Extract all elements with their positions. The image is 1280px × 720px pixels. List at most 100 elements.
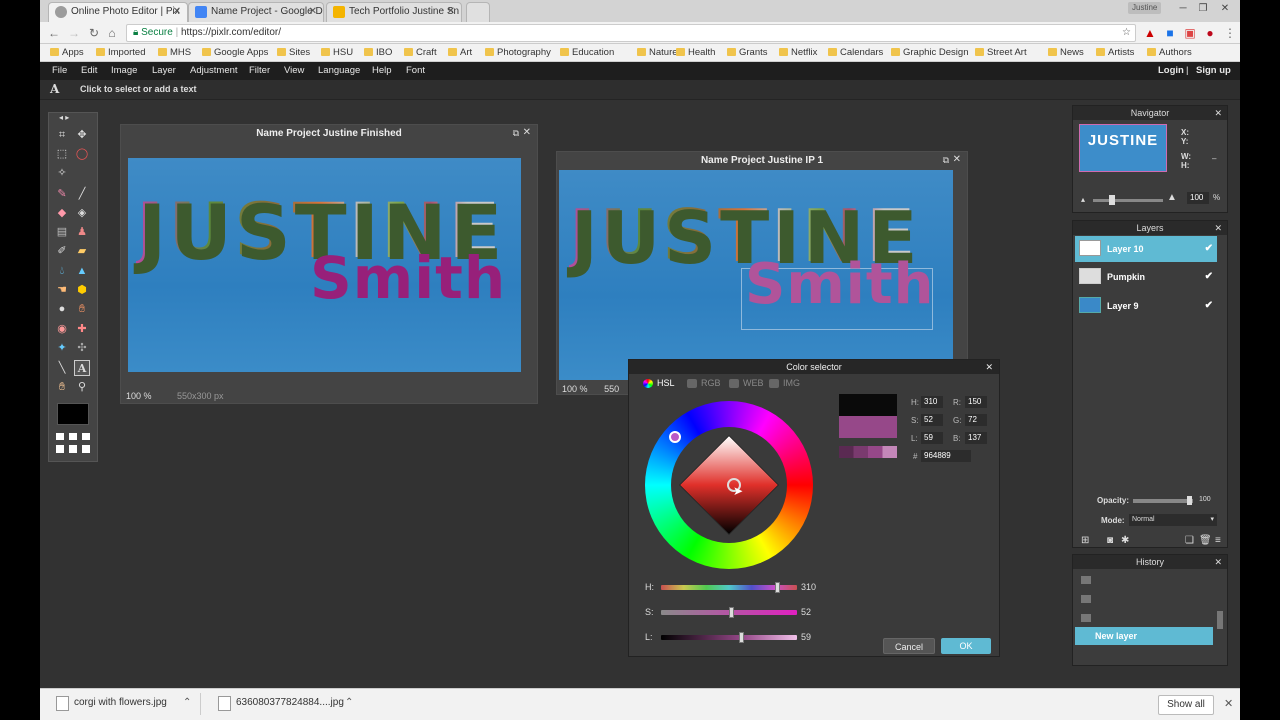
bookmark-artists[interactable]: Artists <box>1096 46 1134 60</box>
bookmark-hsu[interactable]: HSU <box>321 46 353 60</box>
close-tab-icon[interactable]: ✕ <box>309 3 317 21</box>
colorreplace-icon[interactable]: ✐ <box>54 243 70 259</box>
bookmark-apps[interactable]: Apps <box>50 46 84 60</box>
bookmark-nature[interactable]: Nature <box>637 46 678 60</box>
zoom-in-icon[interactable]: ▲ <box>1167 192 1177 203</box>
b-field[interactable]: 137 <box>965 432 987 444</box>
chevron-up-icon[interactable]: ⌃ <box>183 697 191 708</box>
canvas-finished[interactable]: JUSTINE Smith <box>128 158 521 372</box>
back-icon[interactable]: ← <box>46 25 62 41</box>
pencil-icon[interactable]: ✎ <box>54 186 70 202</box>
bookmark-graphic-design[interactable]: Graphic Design <box>891 46 968 60</box>
login-link[interactable]: Login <box>1158 65 1184 76</box>
hue-marker[interactable] <box>669 431 681 443</box>
menu-file[interactable]: File <box>52 65 67 76</box>
bookmark-art[interactable]: Art <box>448 46 472 60</box>
burn-icon[interactable]: ✋︎ <box>74 301 90 317</box>
new-layer-icon[interactable]: ❏ <box>1185 535 1194 546</box>
blur-icon[interactable]: 💧︎ <box>54 263 70 279</box>
menu-view[interactable]: View <box>284 65 304 76</box>
bookmark-ibo[interactable]: IBO <box>364 46 392 60</box>
zoom-slider[interactable] <box>1093 195 1163 205</box>
bookmark-photography[interactable]: Photography <box>485 46 551 60</box>
collapse-arrows-icon[interactable]: ◂ ▸ <box>59 113 69 122</box>
restore-icon[interactable]: ⧉ <box>943 155 949 166</box>
bookmark-street-art[interactable]: Street Art <box>975 46 1027 60</box>
layer-row[interactable]: Layer 9 ✔ <box>1075 293 1217 319</box>
hand-icon[interactable]: ✋︎ <box>54 379 70 395</box>
swatch-grid-icon[interactable] <box>56 433 90 453</box>
acrobat-extension-icon[interactable]: ▲ <box>1142 25 1158 41</box>
menu-help[interactable]: Help <box>372 65 392 76</box>
saturation-knob[interactable] <box>729 607 734 618</box>
colorpicker-icon[interactable]: ╲ <box>54 360 70 376</box>
tab-web[interactable]: WEB <box>729 378 764 388</box>
show-all-button[interactable]: Show all <box>1158 695 1214 715</box>
move-icon[interactable]: ✥ <box>74 127 90 143</box>
dodge-icon[interactable]: ● <box>54 301 70 317</box>
drawing-icon[interactable]: ▰ <box>74 243 90 259</box>
profile-badge[interactable]: Justine <box>1128 2 1162 14</box>
canvas-ip1[interactable]: JUSTINE Smith <box>559 170 953 380</box>
saturation-slider[interactable] <box>661 607 797 618</box>
zoom-icon[interactable]: ⚲ <box>74 379 90 395</box>
menu-icon[interactable]: ⋮ <box>1222 25 1238 41</box>
r-field[interactable]: 150 <box>965 396 987 408</box>
close-icon[interactable]: ✕ <box>953 154 961 165</box>
download-item[interactable]: corgi with flowers.jpg <box>56 696 167 711</box>
layer-settings-icon[interactable]: ✱ <box>1121 535 1129 546</box>
bookmark-imported[interactable]: Imported <box>96 46 146 60</box>
shade-swatches[interactable] <box>839 446 897 458</box>
spot-heal-icon[interactable]: ✚ <box>74 321 90 337</box>
opacity-slider[interactable] <box>1133 496 1193 505</box>
close-icon[interactable]: ✕ <box>523 127 531 138</box>
sharpen-icon[interactable]: ▲ <box>74 263 90 279</box>
visibility-check-icon[interactable]: ✔ <box>1205 264 1213 290</box>
bookmark-authors[interactable]: Authors <box>1147 46 1192 60</box>
bloat-icon[interactable]: ✦ <box>54 340 70 356</box>
lightness-slider[interactable] <box>661 632 797 643</box>
new-tab-button[interactable] <box>466 2 490 22</box>
layer-menu-icon[interactable]: ≡ <box>1215 535 1221 546</box>
layer-row-selected[interactable]: Layer 10 ✔ <box>1075 236 1217 262</box>
extension-icon[interactable]: ■ <box>1162 25 1178 41</box>
menu-layer[interactable]: Layer <box>152 65 176 76</box>
bookmark-grants[interactable]: Grants <box>727 46 768 60</box>
primary-color-swatch[interactable] <box>57 403 89 425</box>
redeye-icon[interactable]: ◉ <box>54 321 70 337</box>
close-icon[interactable]: ✕ <box>1214 555 1222 569</box>
bookmark-netflix[interactable]: Netflix <box>779 46 817 60</box>
navigator-zoom-input[interactable]: 100 <box>1187 192 1209 204</box>
history-item-icon[interactable] <box>1081 576 1091 584</box>
hue-knob[interactable] <box>775 582 780 593</box>
blend-mode-select[interactable]: Normal ▾ <box>1129 514 1217 526</box>
pinterest-icon[interactable]: ● <box>1202 25 1218 41</box>
extension-red-icon[interactable]: ▣ <box>1182 25 1198 41</box>
url-bar[interactable]: 🔒︎ Secure | https://pixlr.com/editor/ ☆ <box>126 24 1136 42</box>
download-item[interactable]: 636080377824884....jpg <box>218 696 344 711</box>
bookmark-sites[interactable]: Sites <box>277 46 310 60</box>
navigator-thumbnail[interactable]: JUSTINE <box>1079 124 1167 172</box>
menu-font[interactable]: Font <box>406 65 425 76</box>
close-icon[interactable]: ✕ <box>1224 697 1233 710</box>
menu-filter[interactable]: Filter <box>249 65 270 76</box>
bookmark-news[interactable]: News <box>1048 46 1084 60</box>
history-scrollbar[interactable] <box>1217 611 1223 629</box>
stamp-icon[interactable]: ♟ <box>74 224 90 240</box>
tab-hsl[interactable]: HSL <box>643 378 675 388</box>
bookmark-google-apps[interactable]: Google Apps <box>202 46 268 60</box>
forward-icon[interactable]: → <box>66 25 82 41</box>
cancel-button[interactable]: Cancel <box>883 638 935 654</box>
layer-row[interactable]: Pumpkin ✔ <box>1075 264 1217 290</box>
hue-slider[interactable] <box>661 582 797 593</box>
signup-link[interactable]: Sign up <box>1196 65 1231 76</box>
tab-pixlr[interactable]: Online Photo Editor | Pix ✕ <box>48 2 188 22</box>
close-tab-icon[interactable]: ✕ <box>173 3 181 21</box>
close-icon[interactable]: ✕ <box>985 360 993 374</box>
gradient-icon[interactable]: ▤ <box>54 224 70 240</box>
smudge-icon[interactable]: ☚ <box>54 282 70 298</box>
chevron-up-icon[interactable]: ⌃ <box>345 697 353 708</box>
bookmark-star-icon[interactable]: ☆ <box>1122 25 1131 41</box>
close-tab-icon[interactable]: ✕ <box>447 3 455 21</box>
bookmark-education[interactable]: Education <box>560 46 614 60</box>
